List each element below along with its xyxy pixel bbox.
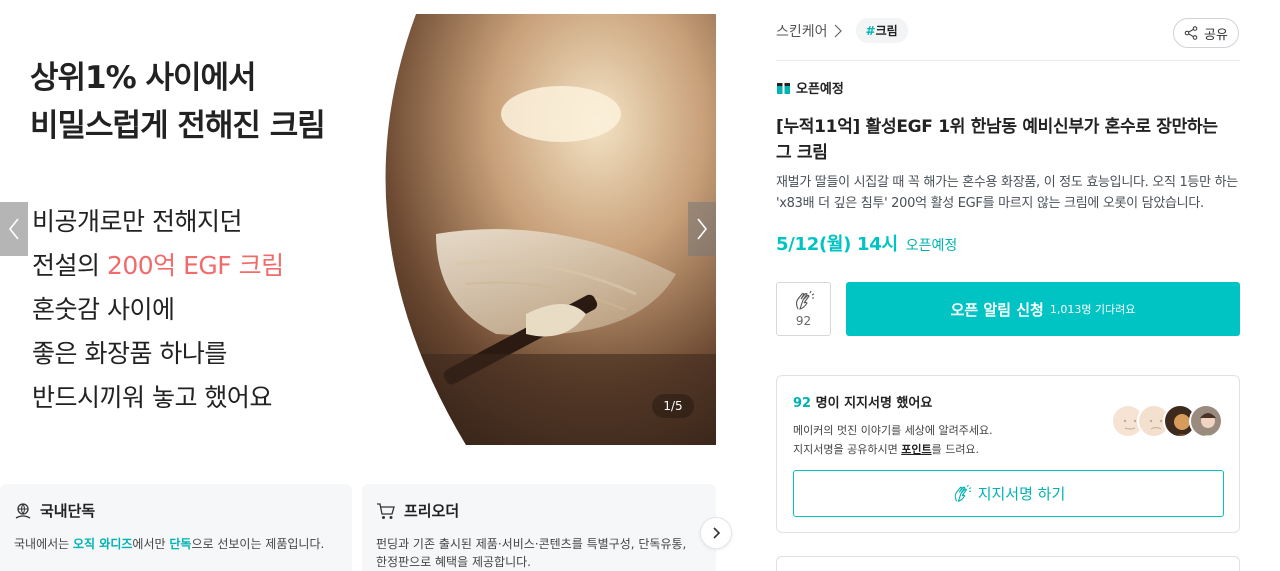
carousel-next-button[interactable] [688, 202, 716, 256]
support-signature-box: 92 명이 지지서명 했어요 메이커의 멋진 이야기를 세상에 알려주세요. 지… [776, 375, 1240, 533]
feature-desc: 펀딩과 기존 출시된 제품·서비스·콘텐츠를 특별구성, 단독유통, 한정판으로… [376, 537, 687, 569]
slide-counter: 1/5 [652, 394, 694, 418]
clap-hands-icon [795, 290, 814, 310]
chevron-right-icon [834, 24, 842, 37]
open-label: 오픈예정 [905, 238, 958, 254]
promo-body-line: 반드시끼워 놓고 했어요 [32, 383, 272, 412]
breadcrumb: 스킨케어 #크림 [776, 18, 908, 43]
supporter-avatars [1111, 404, 1223, 438]
status-label: 오픈예정 [796, 82, 844, 97]
gift-icon [777, 83, 790, 94]
cart-icon [377, 502, 395, 519]
divider [776, 60, 1240, 61]
feature-card-preorder[interactable]: 프리오더 펀딩과 기존 출시된 제품·서비스·콘텐츠를 특별구성, 단독유통, … [362, 484, 716, 571]
feature-title: 프리오더 [404, 502, 460, 520]
share-icon [1184, 26, 1198, 40]
breadcrumb-category[interactable]: 스킨케어 [776, 21, 828, 41]
carousel-prev-button[interactable] [0, 202, 28, 256]
product-photo [376, 14, 716, 445]
notify-label: 오픈 알림 신청 [950, 300, 1044, 319]
status-row: 오픈예정 [776, 78, 844, 97]
open-schedule: 5/12(월) 14시 오픈예정 [776, 230, 957, 256]
promo-headline-line: 비밀스럽게 전해진 크림 [30, 108, 326, 144]
promo-highlight: 200억 EGF 크림 [106, 251, 284, 280]
chevron-right-icon [697, 218, 708, 240]
feature-title: 국내단독 [40, 502, 96, 520]
feature-cards: 국내단독 국내에서는 오직 와디즈에서만 단독으로 선보이는 제품입니다. 프리… [0, 484, 716, 571]
chevron-left-icon [8, 218, 19, 240]
product-title: [누적11억] 활성EGF 1위 한남동 예비신부가 혼수로 장만하는 그 크림 [776, 117, 1218, 163]
promo-body: 비공개로만 전해지던 전설의 200억 EGF 크림 혼숫감 사이에 좋은 화장… [32, 200, 284, 420]
open-notify-button[interactable]: 오픈 알림 신청 1,013명 기다려요 [846, 282, 1240, 336]
image-carousel[interactable]: 상위1% 사이에서 비밀스럽게 전해진 크림 비공개로만 전해지던 전설의 20… [0, 14, 716, 445]
promo-body-line: 전설의 200억 EGF 크림 [32, 251, 284, 280]
globe-hand-icon [15, 502, 31, 519]
avatar [1189, 404, 1223, 438]
clap-count: 92 [795, 313, 812, 328]
share-button[interactable]: 공유 [1173, 18, 1239, 48]
clap-button[interactable]: 92 [776, 282, 831, 336]
support-sign-button[interactable]: 지지서명 하기 [793, 470, 1224, 517]
promo-body-line: 좋은 화장품 하나를 [32, 339, 227, 368]
product-description: 재벌가 딸들이 시집갈 때 꼭 해가는 혼수용 화장품, 이 정도 효능입니다.… [776, 175, 1238, 211]
promo-headline: 상위1% 사이에서 비밀스럽게 전해진 크림 [30, 54, 326, 150]
category-tag[interactable]: #크림 [855, 18, 908, 43]
support-button-label: 지지서명 하기 [977, 485, 1066, 503]
notify-waiting-count: 1,013명 기다려요 [1049, 303, 1136, 316]
next-section-box [776, 556, 1240, 571]
chevron-right-icon [713, 527, 721, 539]
point-link: 포인트 [901, 443, 932, 456]
promo-body-line: 비공개로만 전해지던 [32, 207, 242, 236]
open-date: 5/12(월) 14시 [776, 234, 898, 255]
features-next-button[interactable] [700, 517, 732, 549]
promo-headline-line: 상위1% 사이에서 [30, 60, 257, 96]
share-label: 공유 [1204, 27, 1228, 43]
promo-body-line: 혼숫감 사이에 [32, 295, 175, 324]
feature-card-exclusive[interactable]: 국내단독 국내에서는 오직 와디즈에서만 단독으로 선보이는 제품입니다. [0, 484, 352, 571]
clap-hands-icon [954, 484, 971, 502]
feature-desc: 국내에서는 오직 와디즈에서만 단독으로 선보이는 제품입니다. [14, 537, 325, 551]
